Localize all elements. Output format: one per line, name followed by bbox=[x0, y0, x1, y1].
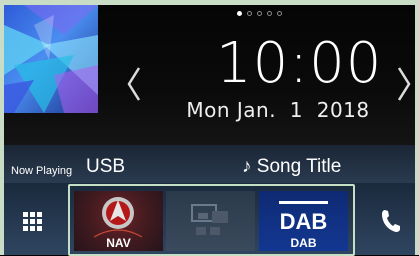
page-dot bbox=[247, 11, 252, 16]
now-playing-label: Now Playing bbox=[11, 165, 73, 177]
screen-frame-right bbox=[415, 0, 419, 255]
page-dot bbox=[277, 11, 282, 16]
apps-button[interactable] bbox=[14, 203, 50, 239]
source-name: USB bbox=[86, 156, 126, 177]
phone-icon bbox=[382, 210, 400, 232]
shortcut-label: NAV bbox=[106, 236, 131, 250]
shortcut-dab-button[interactable]: DAB DAB bbox=[259, 191, 348, 251]
clock-date: Mon Jan. 1 2018 bbox=[186, 98, 370, 122]
grid-icon bbox=[23, 212, 42, 231]
page-dot bbox=[257, 11, 262, 16]
shortcut-nav-button[interactable]: NAV bbox=[74, 191, 163, 251]
page-dot bbox=[237, 11, 242, 16]
phone-button[interactable] bbox=[374, 203, 408, 239]
song-title: ♪ Song Title bbox=[242, 156, 342, 177]
shortcut-label: DAB bbox=[290, 236, 317, 250]
now-playing-bar[interactable] bbox=[4, 145, 415, 183]
chevron-right-icon[interactable] bbox=[394, 64, 414, 104]
page-dot bbox=[267, 11, 272, 16]
svg-text:DAB: DAB bbox=[280, 209, 328, 234]
album-art[interactable] bbox=[4, 5, 98, 113]
clock-time[interactable]: 10:00 bbox=[216, 33, 381, 95]
page-indicator bbox=[237, 11, 282, 16]
chevron-left-icon[interactable] bbox=[124, 64, 144, 104]
screen-mirror-icon bbox=[191, 204, 228, 235]
shortcut-mirror-button[interactable] bbox=[166, 191, 255, 251]
